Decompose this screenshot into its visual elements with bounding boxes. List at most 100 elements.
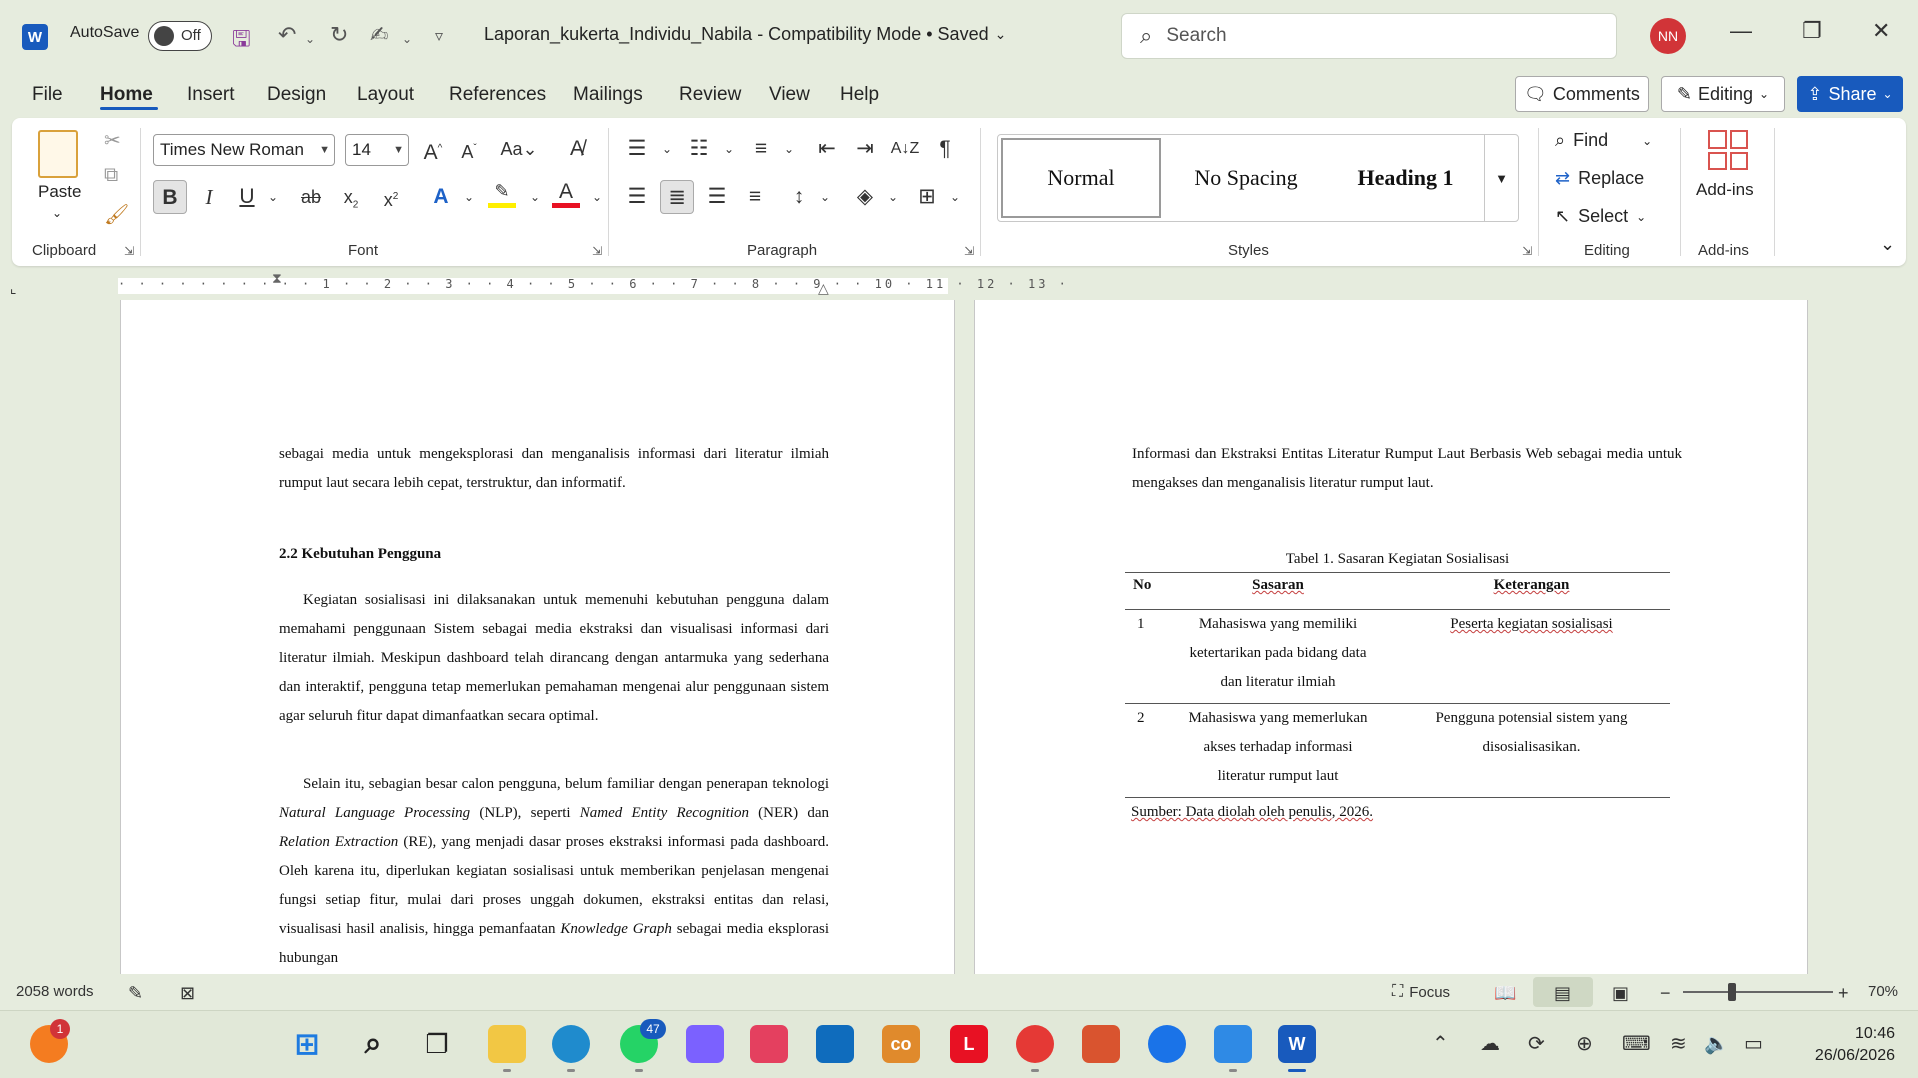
customize-toolbar-icon[interactable]: ▿ [435,26,443,46]
chevron-down-icon[interactable]: ⌄ [712,132,746,166]
right-indent-marker-icon[interactable]: △ [818,280,829,297]
photos-icon[interactable] [1214,1025,1252,1063]
clear-formatting-icon[interactable]: A̸ [560,132,594,166]
read-mode-icon[interactable]: 📖 [1494,983,1516,1004]
tab-view[interactable]: View [769,84,810,106]
horizontal-ruler[interactable]: · · · · · · · · · · 1 · · 2 · · 3 · · 4 … [0,270,1918,300]
tab-insert[interactable]: Insert [187,84,235,106]
paste-label[interactable]: Paste [38,182,81,202]
align-right-icon[interactable]: ☰ [700,180,734,214]
keyboard-icon[interactable]: ⌨ [1622,1031,1651,1056]
tab-mailings[interactable]: Mailings [573,84,643,106]
chevron-down-icon[interactable]: ⌄ [256,180,290,214]
dialog-launcher-icon[interactable]: ⇲ [124,244,134,258]
redo-icon[interactable]: ↻ [330,22,348,48]
tray-overflow-icon[interactable]: ⌃ [1432,1031,1449,1056]
battery-icon[interactable]: ▭ [1744,1031,1763,1056]
dialog-launcher-icon[interactable]: ⇲ [1522,244,1532,258]
focus-button[interactable]: ⛶ Focus [1392,983,1450,1001]
share-button[interactable]: ⇪ Share ⌄ [1797,76,1903,112]
save-icon[interactable]: 🖫 [232,22,251,60]
chevron-down-icon[interactable]: ⌄ [650,132,684,166]
styles-more-icon[interactable]: ▼ [1484,135,1518,221]
paste-icon[interactable] [38,130,78,178]
chevron-down-icon[interactable]: ⌄ [452,180,486,214]
page-left[interactable]: sebagai media untuk mengeksplorasi dan m… [120,300,955,974]
indent-marker-icon[interactable]: ⧗ [272,270,282,287]
snipping-tool-icon[interactable] [1082,1025,1120,1063]
dialog-launcher-icon[interactable]: ⇲ [964,244,974,258]
replace-button[interactable]: ⇄ Replace [1555,168,1644,189]
restore-icon[interactable]: ❐ [1802,18,1822,44]
tab-file[interactable]: File [32,84,63,106]
collapse-ribbon-icon[interactable]: ⌄ [1880,234,1895,255]
copy-icon[interactable]: ⧉ [104,164,118,187]
red-app-icon[interactable] [1016,1025,1054,1063]
zoom-out-icon[interactable]: − [1660,983,1671,1004]
autosave-toggle[interactable]: Off [148,21,212,51]
zoom-slider[interactable] [1683,991,1833,993]
add-ins-icon[interactable] [1708,130,1748,170]
show-formatting-icon[interactable]: ¶ [928,132,962,166]
bold-icon[interactable]: B [153,180,187,214]
colab-icon[interactable]: co [882,1025,920,1063]
align-left-icon[interactable]: ☰ [620,180,654,214]
comments-button[interactable]: 🗨 Comments [1515,76,1649,112]
edge-icon[interactable] [552,1025,590,1063]
select-button[interactable]: ↖ Select ⌄ [1555,206,1646,227]
editing-mode-button[interactable]: ✎ Editing ⌄ [1661,76,1785,112]
style-heading-1[interactable]: Heading 1 [1328,138,1483,218]
zoom-level[interactable]: 70% [1868,983,1898,1000]
strikethrough-icon[interactable]: ab [294,180,328,214]
wifi-icon[interactable]: ≋ [1670,1031,1687,1056]
sort-icon[interactable]: A↓Z [888,132,922,166]
justify-icon[interactable]: ≡ [738,180,772,214]
chevron-down-icon[interactable]: ⌄ [52,206,62,220]
chevron-down-icon[interactable]: ⌄ [518,180,552,214]
style-no-spacing[interactable]: No Spacing [1166,138,1326,218]
chevron-down-icon[interactable]: ⌄ [808,180,842,214]
minimize-icon[interactable]: — [1730,18,1752,44]
tab-references[interactable]: References [449,84,546,106]
copilot-icon[interactable] [686,1025,724,1063]
volume-icon[interactable]: 🔈 [1704,1031,1729,1056]
word-count[interactable]: 2058 words [16,983,94,1000]
dialog-launcher-icon[interactable]: ⇲ [592,244,602,258]
proofing-icon[interactable]: ✎ [128,983,143,1004]
document-title[interactable]: Laporan_kukerta_Individu_Nabila - Compat… [484,24,1006,45]
sync-icon[interactable]: ⟳ [1528,1031,1545,1056]
tab-help[interactable]: Help [840,84,879,106]
chrome-icon[interactable] [1148,1025,1186,1063]
word-taskbar-icon[interactable]: W [1278,1025,1316,1063]
highlight-icon[interactable]: ✎ [488,178,516,208]
bullets-icon[interactable]: ☰ [620,132,654,166]
zoom-slider-thumb[interactable] [1728,983,1736,1001]
accessibility-icon[interactable]: ⊠ [180,983,195,1004]
font-color-icon[interactable]: A [552,178,580,208]
chevron-down-icon[interactable]: ⌄ [876,180,910,214]
change-case-icon[interactable]: Aa⌄ [494,132,544,166]
subscript-icon[interactable]: x2 [334,180,368,214]
start-icon[interactable]: ⊞ [288,1025,326,1063]
superscript-icon[interactable]: x2 [374,180,408,214]
handwriting-icon[interactable]: ✍ [370,22,388,48]
font-family-select[interactable]: Times New Roman ▼ [153,134,335,166]
find-button[interactable]: ⌕ Find ⌄ [1555,130,1652,151]
print-layout-icon[interactable]: ▤ [1554,983,1571,1004]
align-center-icon[interactable]: ≣ [660,180,694,214]
l-app-icon[interactable]: L [950,1025,988,1063]
tab-design[interactable]: Design [267,84,326,106]
chevron-down-icon[interactable]: ⌄ [938,180,972,214]
chevron-down-icon[interactable]: ⌄ [772,132,806,166]
italic-icon[interactable]: I [192,180,226,214]
vpn-icon[interactable]: ⊕ [1576,1031,1593,1056]
cut-icon[interactable]: ✂ [104,128,121,153]
format-painter-icon[interactable]: 🖌 [104,202,129,227]
tab-review[interactable]: Review [679,84,741,106]
file-explorer-icon[interactable] [488,1025,526,1063]
handwriting-dropdown-icon[interactable]: ⌄ [402,32,412,46]
page-right[interactable]: Informasi dan Ekstraksi Entitas Literatu… [974,300,1808,974]
style-normal[interactable]: Normal [1001,138,1161,218]
decrease-indent-icon[interactable]: ⇤ [810,132,844,166]
increase-indent-icon[interactable]: ⇥ [848,132,882,166]
